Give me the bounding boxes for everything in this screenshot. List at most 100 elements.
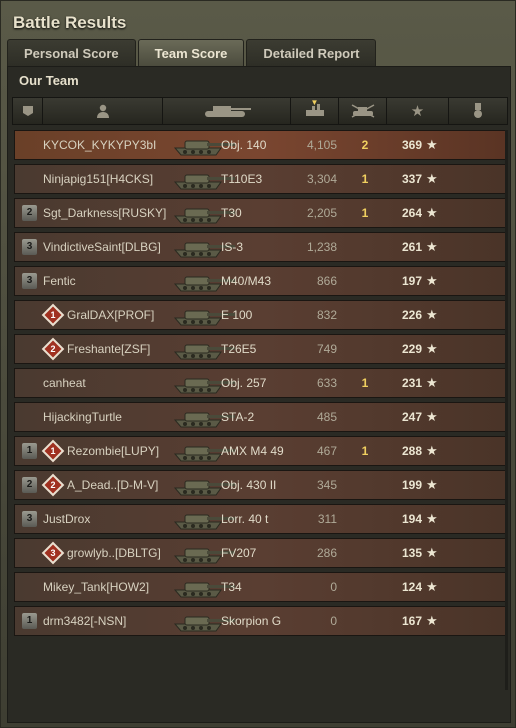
vehicle-name: M40/M43 [221, 274, 272, 288]
player-row[interactable]: 3 growlyb..[DBLTG] FV207 286 135 ★ [14, 538, 506, 568]
damage-value: 4,105 [306, 138, 337, 152]
player-row[interactable]: Mikey_Tank[HOW2] T34 0 124 ★ [14, 572, 506, 602]
damage-value: 866 [316, 274, 337, 288]
player-row[interactable]: 2 Freshante[ZSF] T26E5 749 229 ★ [14, 334, 506, 364]
window-title: Battle Results [13, 13, 127, 32]
xp-value: 229 [401, 342, 422, 356]
star-icon: ★ [426, 239, 438, 254]
team-score-panel: Our Team ▼ ★ KYCOK_KYKYPY3bI Obj. 140 4,… [7, 66, 511, 723]
scrollbar-track[interactable] [505, 130, 508, 690]
player-name[interactable]: Freshante[ZSF] [67, 335, 150, 363]
player-name[interactable]: canheat [43, 369, 86, 397]
star-icon: ★ [426, 613, 438, 628]
player-row[interactable]: 1 drm3482[-NSN] Skorpion G 0 167 ★ [14, 606, 506, 636]
damage-value: 832 [316, 308, 337, 322]
vehicle-column-header[interactable] [163, 98, 291, 124]
kills-value: 1 [361, 376, 369, 390]
vehicle-name: T26E5 [221, 342, 257, 356]
platoon-number: 1 [50, 310, 56, 320]
player-name[interactable]: HijackingTurtle [43, 403, 122, 431]
squad-column-header[interactable] [13, 98, 43, 124]
vehicle-name: Obj. 257 [221, 376, 267, 390]
vehicle-name: FV207 [221, 546, 257, 560]
star-icon: ★ [426, 375, 438, 390]
player-name[interactable]: KYCOK_KYKYPY3bI [43, 131, 156, 159]
damage-value: 3,304 [306, 172, 337, 186]
vehicle-name: T110E3 [221, 172, 263, 186]
player-name[interactable]: drm3482[-NSN] [43, 607, 126, 635]
xp-value: 369 [401, 138, 422, 152]
star-icon: ★ [426, 137, 438, 152]
damage-column-header[interactable]: ▼ [291, 98, 339, 124]
player-row[interactable]: 3 Fentic M40/M43 866 197 ★ [14, 266, 506, 296]
damage-value: 311 [317, 512, 337, 526]
vehicle-name: IS-3 [221, 240, 244, 254]
player-row[interactable]: KYCOK_KYKYPY3bI Obj. 140 4,105 2 369 ★ [14, 130, 506, 160]
xp-column-header[interactable]: ★ [387, 98, 449, 124]
player-name[interactable]: VindictiveSaint[DLBG] [43, 233, 161, 261]
player-row[interactable]: HijackingTurtle STA-2 485 247 ★ [14, 402, 506, 432]
player-row[interactable]: 2 Sgt_Darkness[RUSKY] T30 2,205 1 264 ★ [14, 198, 506, 228]
player-row[interactable]: 3 VindictiveSaint[DLBG] IS-3 1,238 261 ★ [14, 232, 506, 262]
squad-icon [22, 106, 33, 116]
kills-value: 1 [361, 172, 369, 186]
damage-value: 0 [330, 614, 337, 628]
damage-value: 633 [316, 376, 337, 390]
player-name[interactable]: Ninjapig151[H4CKS] [43, 165, 153, 193]
player-row[interactable]: 1 GralDAX[PROF] E 100 832 226 ★ [14, 300, 506, 330]
player-name[interactable]: JustDrox [43, 505, 90, 533]
kills-value [355, 267, 375, 295]
tab-team-score[interactable]: Team Score [137, 39, 245, 66]
player-name[interactable]: Sgt_Darkness[RUSKY] [43, 199, 166, 227]
star-icon: ★ [426, 171, 438, 186]
platoon-number: 1 [50, 446, 56, 456]
rank-badge-icon: 1 [22, 443, 37, 459]
kills-column-header[interactable] [339, 98, 387, 124]
player-row[interactable]: 2 2 A_Dead..[D-M-V] Obj. 430 II 345 199 ★ [14, 470, 506, 500]
medal-column-header[interactable] [449, 98, 507, 124]
xp-star-icon: ★ [410, 103, 425, 120]
player-row[interactable]: canheat Obj. 257 633 1 231 ★ [14, 368, 506, 398]
kills-value [355, 471, 375, 499]
battle-results-window: Battle Results Personal Score Team Score… [0, 0, 516, 728]
rank-badge-icon: 2 [22, 205, 37, 221]
kills-value: 1 [361, 444, 369, 458]
damage-value: 749 [316, 342, 337, 356]
kills-value [355, 573, 375, 601]
xp-value: 247 [401, 410, 422, 424]
team-title: Our Team [19, 73, 79, 88]
player-row[interactable]: Ninjapig151[H4CKS] T110E3 3,304 1 337 ★ [14, 164, 506, 194]
player-name[interactable]: Rezombie[LUPY] [67, 437, 159, 465]
xp-value: 135 [401, 546, 422, 560]
kills-value [355, 335, 375, 363]
player-row[interactable]: 1 1 Rezombie[LUPY] AMX M4 49 467 1 288 ★ [14, 436, 506, 466]
player-name[interactable]: GralDAX[PROF] [67, 301, 154, 329]
tab-detailed-report[interactable]: Detailed Report [246, 39, 377, 66]
player-row[interactable]: 3 JustDrox Lorr. 40 t 311 194 ★ [14, 504, 506, 534]
xp-value: 197 [401, 274, 422, 288]
kills-value [355, 403, 375, 431]
star-icon: ★ [426, 477, 438, 492]
player-column-header[interactable] [43, 98, 163, 124]
kills-value: 1 [361, 206, 369, 220]
star-icon: ★ [426, 307, 438, 322]
player-name[interactable]: Mikey_Tank[HOW2] [43, 573, 149, 601]
xp-value: 231 [401, 376, 422, 390]
tab-personal-score[interactable]: Personal Score [7, 39, 136, 66]
xp-value: 337 [401, 172, 422, 186]
player-name[interactable]: A_Dead..[D-M-V] [67, 471, 158, 499]
player-name[interactable]: Fentic [43, 267, 76, 295]
column-header-row: ▼ ★ [12, 97, 508, 125]
vehicle-name: E 100 [221, 308, 253, 322]
vehicle-name: Lorr. 40 t [221, 512, 269, 526]
player-name[interactable]: growlyb..[DBLTG] [67, 539, 161, 567]
damage-value: 2,205 [306, 206, 337, 220]
vehicle-name: Obj. 430 II [221, 478, 277, 492]
kills-icon [351, 104, 374, 118]
star-icon: ★ [426, 205, 438, 220]
vehicle-name: T30 [221, 206, 242, 220]
star-icon: ★ [426, 579, 438, 594]
xp-value: 261 [401, 240, 422, 254]
damage-value: 345 [316, 478, 337, 492]
kills-value: 2 [361, 138, 369, 152]
